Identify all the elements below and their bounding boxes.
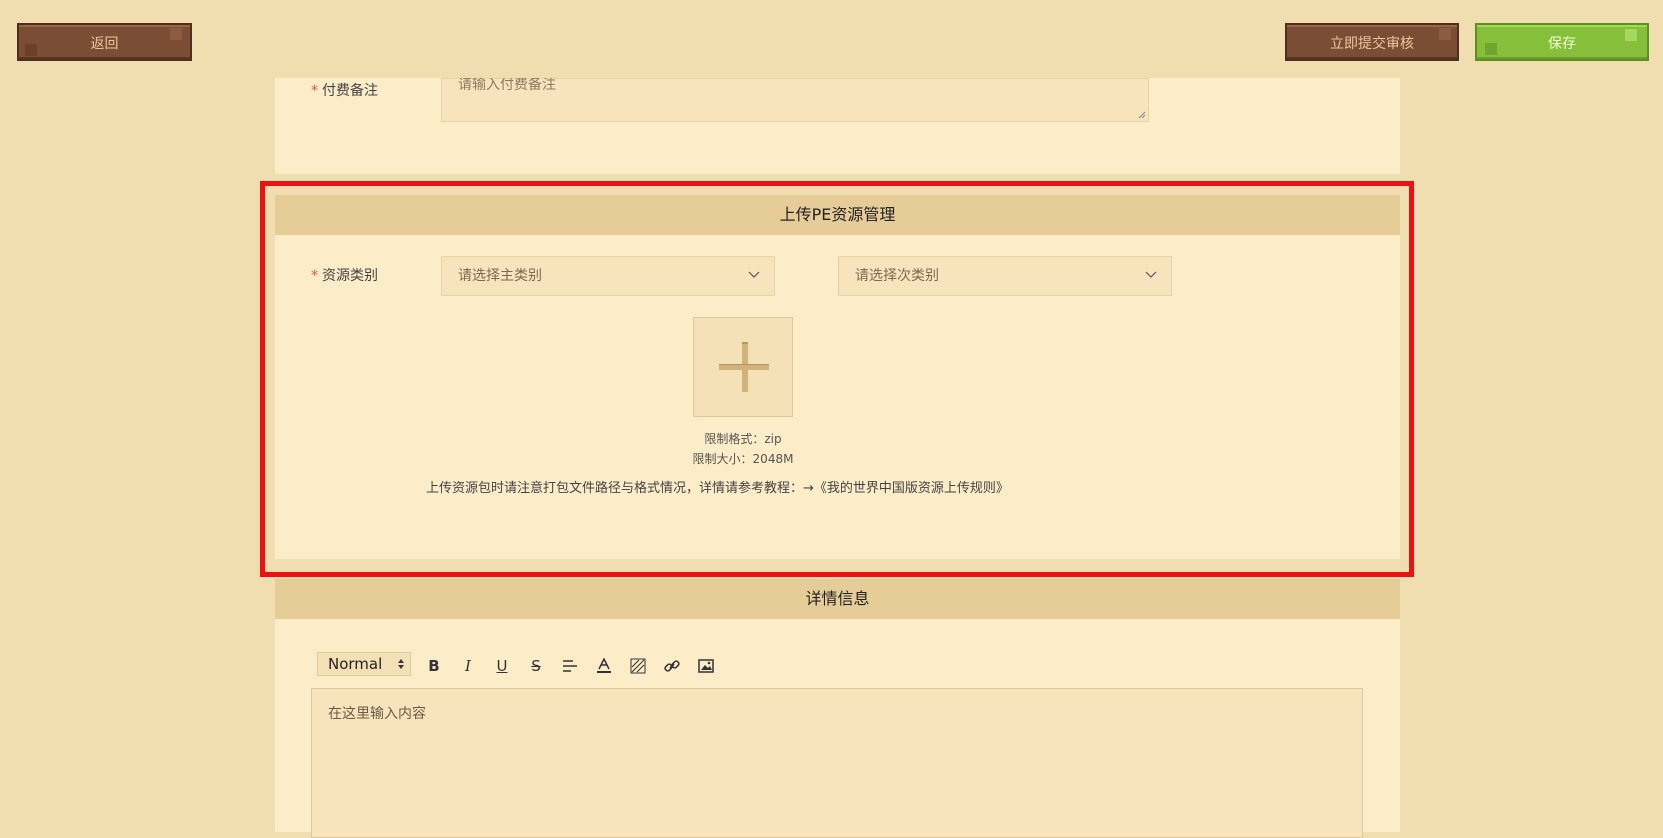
plus-icon — [719, 342, 769, 392]
background-color-icon[interactable] — [626, 654, 650, 678]
size-limit-text: 限制大小：2048M — [692, 452, 794, 466]
required-marker: * — [311, 268, 318, 284]
payment-note-input[interactable]: 请输入付费备注 — [441, 78, 1149, 122]
top-bar: 返回 立即提交审核 保存 — [0, 0, 1663, 78]
payment-label: * 付费备注 — [311, 80, 378, 100]
submit-review-label: 立即提交审核 — [1330, 36, 1414, 52]
category-label: * 资源类别 — [311, 265, 378, 285]
sub-category-placeholder: 请选择次类别 — [855, 268, 939, 284]
chevron-down-icon — [1145, 271, 1157, 278]
strike-icon[interactable]: S — [524, 654, 548, 678]
save-button[interactable]: 保存 — [1475, 23, 1649, 61]
details-section-title: 详情信息 — [275, 579, 1400, 619]
pixel-decoration — [170, 28, 182, 40]
pixel-decoration — [1439, 28, 1451, 40]
editor-placeholder: 在这里输入内容 — [328, 706, 426, 722]
resize-handle-icon[interactable] — [1138, 111, 1146, 119]
sub-category-select[interactable]: 请选择次类别 — [838, 256, 1172, 296]
category-label-text: 资源类别 — [322, 268, 378, 284]
main-category-placeholder: 请选择主类别 — [458, 268, 542, 284]
upload-zip-button[interactable] — [693, 317, 793, 417]
format-select-value: Normal — [328, 655, 383, 673]
content-editor[interactable]: 在这里输入内容 — [311, 688, 1363, 838]
upload-rules-notice[interactable]: 上传资源包时请注意打包文件路径与格式情况，详情请参考教程：→《我的世界中国版资源… — [426, 477, 1009, 496]
submit-review-button[interactable]: 立即提交审核 — [1285, 23, 1459, 61]
back-button[interactable]: 返回 — [17, 23, 192, 61]
image-icon[interactable] — [694, 654, 718, 678]
bold-icon[interactable]: B — [422, 654, 446, 678]
font-color-icon[interactable] — [592, 654, 616, 678]
format-limit-text: 限制格式：zip — [704, 432, 782, 446]
pixel-decoration — [1625, 29, 1637, 41]
underline-icon[interactable]: U — [490, 654, 514, 678]
chevron-down-icon — [748, 271, 760, 278]
payment-label-text: 付费备注 — [322, 83, 378, 99]
back-button-label: 返回 — [90, 36, 119, 52]
italic-icon[interactable]: I — [456, 654, 480, 678]
required-marker: * — [311, 83, 318, 99]
payment-note-placeholder: 请输入付费备注 — [458, 77, 556, 93]
align-icon[interactable] — [558, 654, 582, 678]
main-category-select[interactable]: 请选择主类别 — [441, 256, 775, 296]
upload-section-title: 上传PE资源管理 — [275, 195, 1400, 235]
pixel-decoration — [25, 44, 37, 56]
link-icon[interactable] — [660, 654, 684, 678]
format-select[interactable]: Normal — [317, 652, 411, 676]
save-button-label: 保存 — [1548, 36, 1576, 52]
pixel-decoration — [1485, 43, 1497, 55]
updown-icon — [398, 659, 404, 669]
upload-panel: 上传PE资源管理 * 资源类别 请选择主类别 请选择次类别 限制格式：zip 限制… — [275, 195, 1400, 559]
payment-panel: * 付费备注 请输入付费备注 — [275, 78, 1400, 174]
